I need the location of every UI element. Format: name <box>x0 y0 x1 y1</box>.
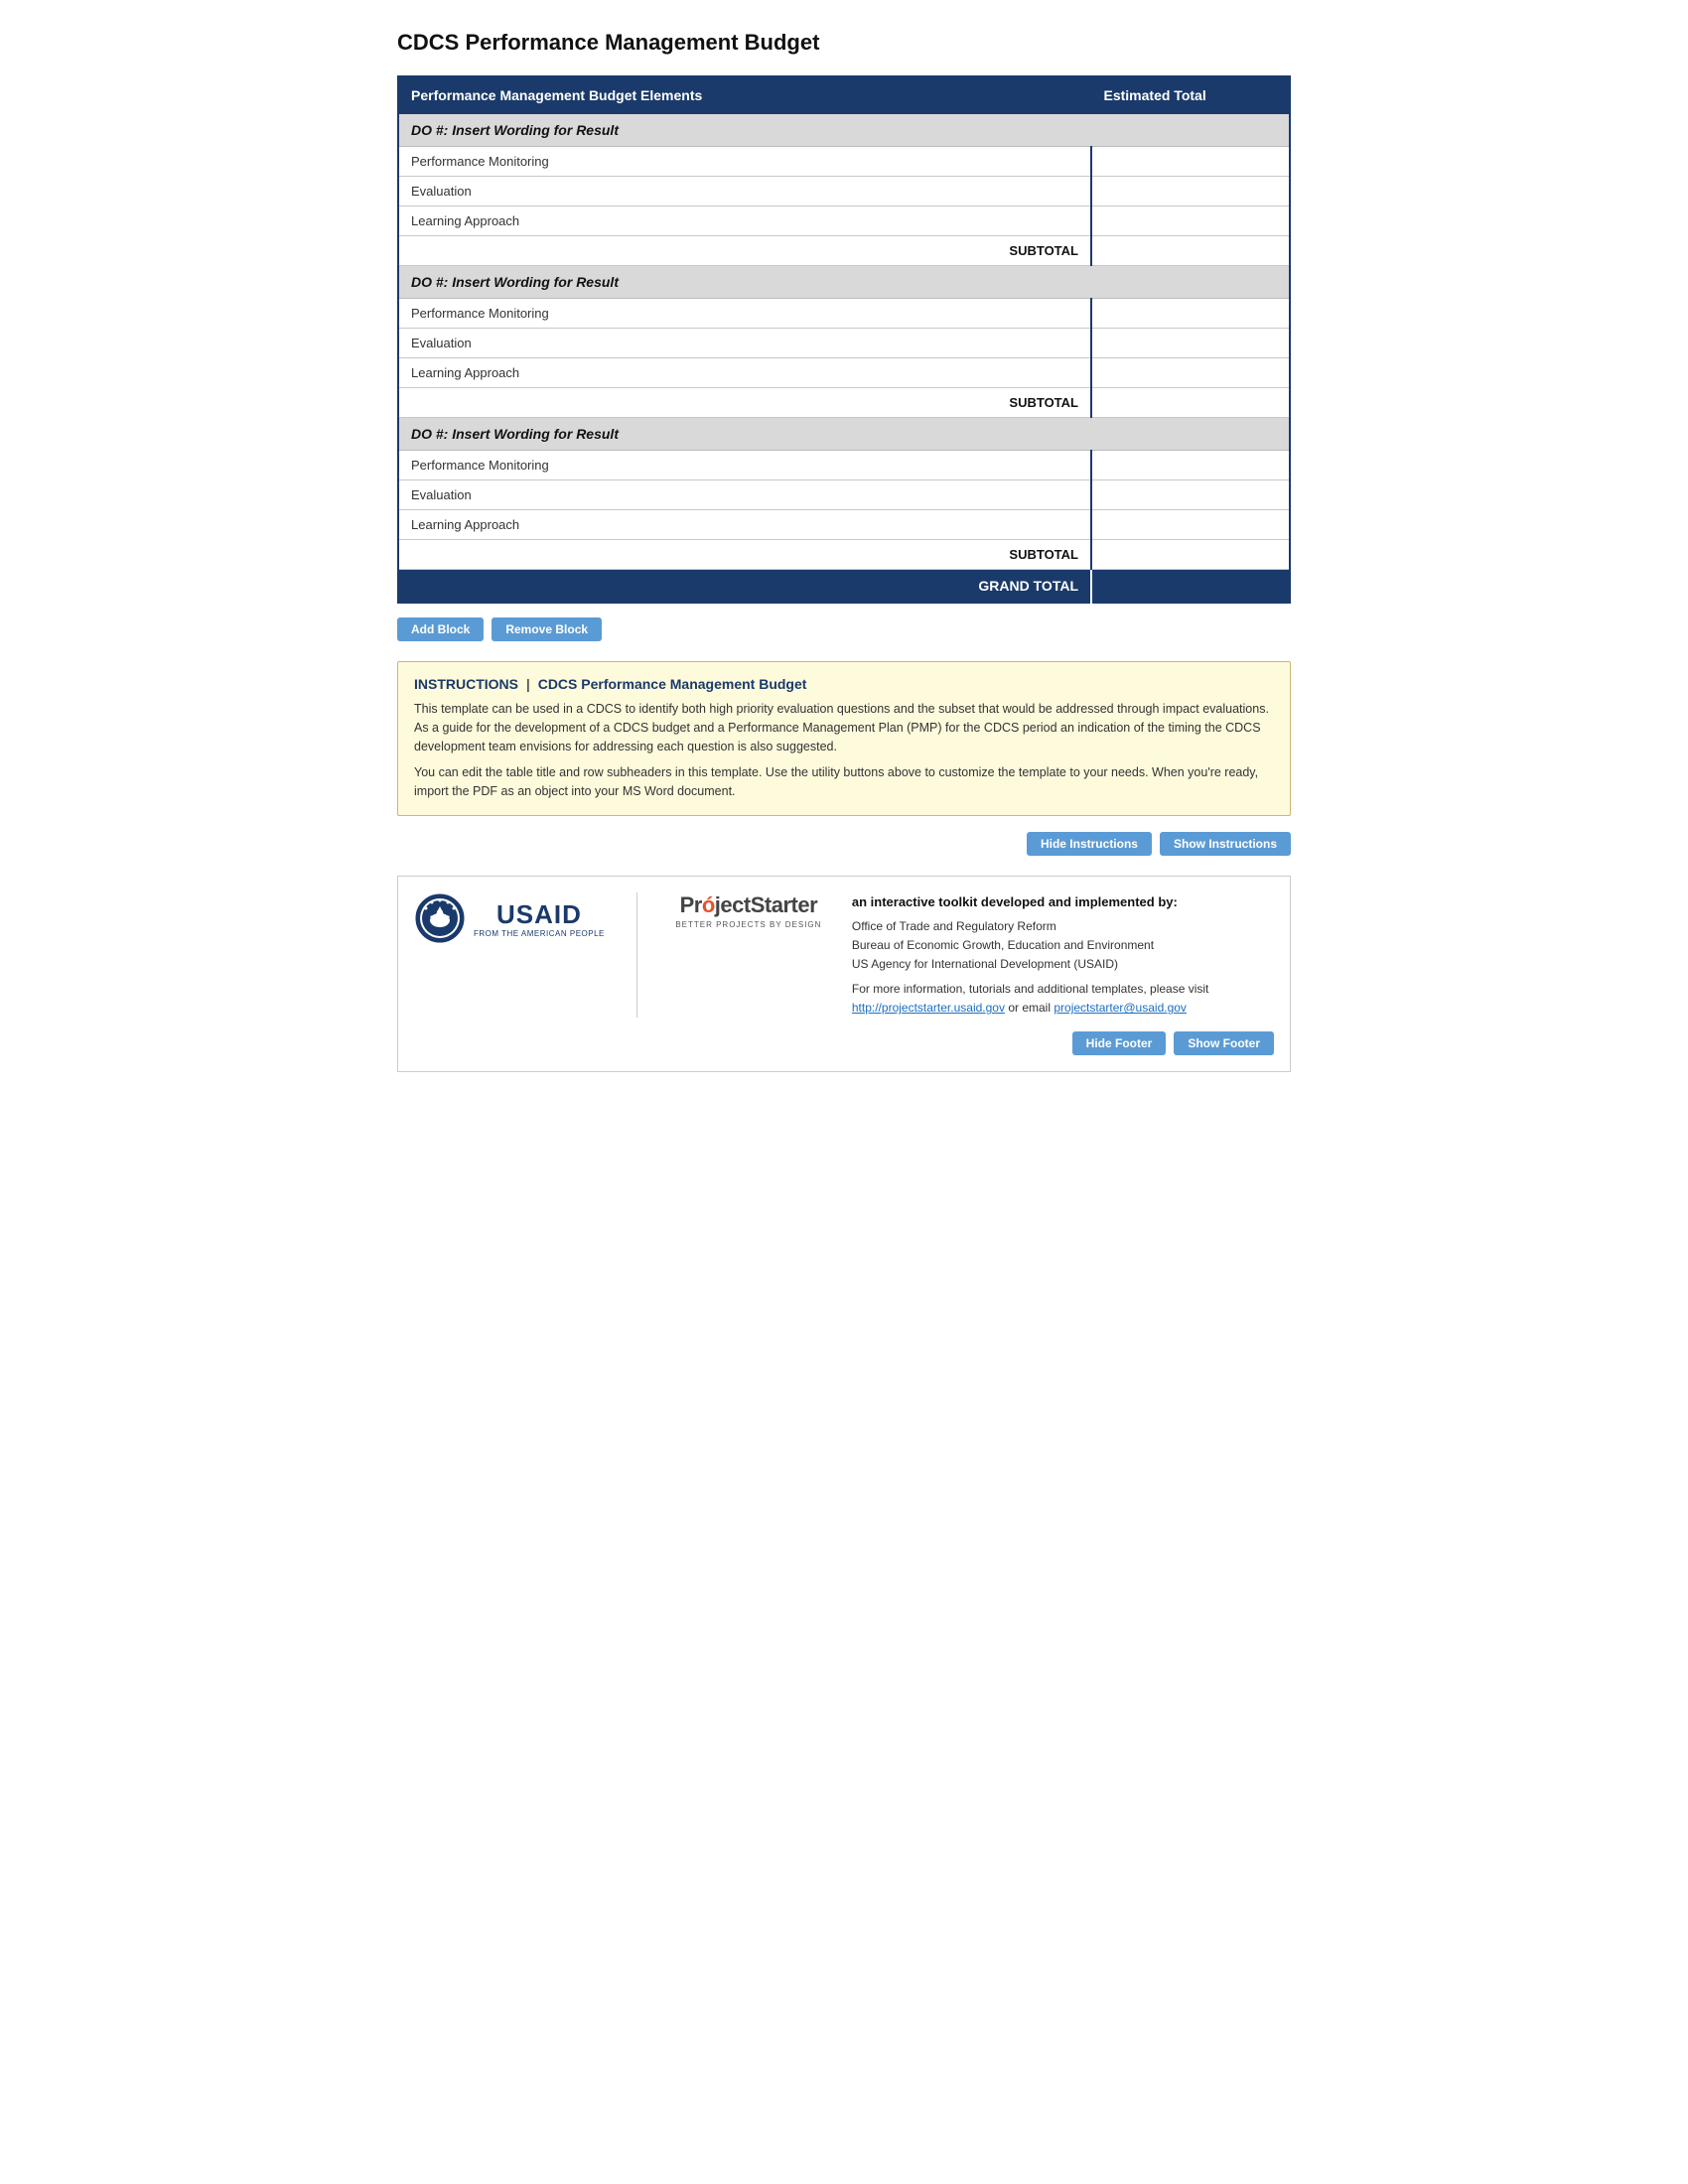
row-value-0-2 <box>1091 206 1290 236</box>
developed-by: an interactive toolkit developed and imp… <box>852 892 1274 913</box>
subtotal-row-0: SUBTOTAL <box>398 236 1290 266</box>
instructions-separator: | <box>526 676 530 692</box>
ps-name: PrójectStarter <box>680 892 818 918</box>
footer-top: USAID FROM THE AMERICAN PEOPLE PrójectSt… <box>414 892 1274 1019</box>
show-instructions-button[interactable]: Show Instructions <box>1160 832 1291 856</box>
add-block-button[interactable]: Add Block <box>397 617 484 641</box>
row-value-0-1 <box>1091 177 1290 206</box>
footer-org2: Bureau of Economic Growth, Education and… <box>852 936 1274 955</box>
subtotal-label-2: SUBTOTAL <box>398 540 1091 570</box>
subtotal-value-2 <box>1091 540 1290 570</box>
row-label-1-2: Learning Approach <box>398 358 1091 388</box>
hide-instructions-button[interactable]: Hide Instructions <box>1027 832 1152 856</box>
instructions-title: INSTRUCTIONS | CDCS Performance Manageme… <box>414 676 1274 692</box>
table-row: Learning Approach <box>398 358 1290 388</box>
subtotal-row-2: SUBTOTAL <box>398 540 1290 570</box>
footer-box: USAID FROM THE AMERICAN PEOPLE PrójectSt… <box>397 876 1291 1073</box>
row-value-2-1 <box>1091 480 1290 510</box>
table-header-row: Performance Management Budget Elements E… <box>398 76 1290 114</box>
table-row: Performance Monitoring <box>398 299 1290 329</box>
row-value-2-0 <box>1091 451 1290 480</box>
row-label-2-2: Learning Approach <box>398 510 1091 540</box>
block-header-label-2: DO #: Insert Wording for Result <box>398 418 1290 451</box>
row-label-0-1: Evaluation <box>398 177 1091 206</box>
footer-buttons-row: Hide Footer Show Footer <box>414 1031 1274 1055</box>
row-label-1-1: Evaluation <box>398 329 1091 358</box>
table-row: Evaluation <box>398 480 1290 510</box>
col-header-total: Estimated Total <box>1091 76 1290 114</box>
footer-more-info: For more information, tutorials and addi… <box>852 980 1274 1018</box>
usaid-brand-text: USAID <box>496 901 582 927</box>
subtotal-label-0: SUBTOTAL <box>398 236 1091 266</box>
subtotal-label-1: SUBTOTAL <box>398 388 1091 418</box>
row-value-0-0 <box>1091 147 1290 177</box>
footer-or-email-text: or email <box>1008 1001 1051 1015</box>
table-row: Performance Monitoring <box>398 147 1290 177</box>
instructions-buttons-row: Hide Instructions Show Instructions <box>397 832 1291 856</box>
usaid-from-text: FROM THE AMERICAN PEOPLE <box>474 929 605 938</box>
page-title: CDCS Performance Management Budget <box>397 30 1291 56</box>
grand-total-value <box>1091 570 1290 604</box>
footer-org1: Office of Trade and Regulatory Reform <box>852 917 1274 936</box>
ps-dot: ó <box>702 892 715 917</box>
budget-table: Performance Management Budget Elements E… <box>397 75 1291 604</box>
show-footer-button[interactable]: Show Footer <box>1174 1031 1274 1055</box>
row-label-0-0: Performance Monitoring <box>398 147 1091 177</box>
projectstarter-logo: PrójectStarter BETTER PROJECTS BY DESIGN <box>669 892 828 929</box>
subtotal-value-1 <box>1091 388 1290 418</box>
subtotal-value-0 <box>1091 236 1290 266</box>
table-body: DO #: Insert Wording for Result Performa… <box>398 114 1290 604</box>
grand-total-label: GRAND TOTAL <box>398 570 1091 604</box>
block-header-label-1: DO #: Insert Wording for Result <box>398 266 1290 299</box>
grand-total-row: GRAND TOTAL <box>398 570 1290 604</box>
row-value-1-1 <box>1091 329 1290 358</box>
footer-divider <box>636 892 637 1019</box>
usaid-text-block: USAID FROM THE AMERICAN PEOPLE <box>474 901 605 938</box>
table-row: Learning Approach <box>398 206 1290 236</box>
footer-org3: US Agency for International Development … <box>852 955 1274 974</box>
row-value-1-2 <box>1091 358 1290 388</box>
ps-name-pre: Pr <box>680 892 702 917</box>
instructions-box: INSTRUCTIONS | CDCS Performance Manageme… <box>397 661 1291 816</box>
instructions-paragraph-1: This template can be used in a CDCS to i… <box>414 700 1274 755</box>
footer-website-link[interactable]: http://projectstarter.usaid.gov <box>852 1001 1005 1015</box>
table-row: Evaluation <box>398 177 1290 206</box>
instructions-label: INSTRUCTIONS <box>414 676 518 692</box>
footer-email-link[interactable]: projectstarter@usaid.gov <box>1054 1001 1187 1015</box>
usaid-seal-icon <box>414 892 466 944</box>
table-row: Learning Approach <box>398 510 1290 540</box>
footer-more-info-text: For more information, tutorials and addi… <box>852 982 1209 996</box>
block-header-label-0: DO #: Insert Wording for Result <box>398 114 1290 147</box>
row-label-1-0: Performance Monitoring <box>398 299 1091 329</box>
row-value-1-0 <box>1091 299 1290 329</box>
table-row: Performance Monitoring <box>398 451 1290 480</box>
instructions-doc-title: CDCS Performance Management Budget <box>538 676 807 692</box>
instructions-paragraph-2: You can edit the table title and row sub… <box>414 763 1274 801</box>
usaid-logo-area: USAID FROM THE AMERICAN PEOPLE <box>414 892 605 948</box>
row-value-2-2 <box>1091 510 1290 540</box>
ps-name-post: jectStarter <box>715 892 817 917</box>
col-header-elements: Performance Management Budget Elements <box>398 76 1091 114</box>
footer-right: an interactive toolkit developed and imp… <box>852 892 1274 1019</box>
remove-block-button[interactable]: Remove Block <box>492 617 602 641</box>
hide-footer-button[interactable]: Hide Footer <box>1072 1031 1167 1055</box>
row-label-2-1: Evaluation <box>398 480 1091 510</box>
table-row: Evaluation <box>398 329 1290 358</box>
row-label-2-0: Performance Monitoring <box>398 451 1091 480</box>
block-header-row-0: DO #: Insert Wording for Result <box>398 114 1290 147</box>
ps-tagline: BETTER PROJECTS BY DESIGN <box>675 920 821 929</box>
block-header-row-2: DO #: Insert Wording for Result <box>398 418 1290 451</box>
block-header-row-1: DO #: Insert Wording for Result <box>398 266 1290 299</box>
subtotal-row-1: SUBTOTAL <box>398 388 1290 418</box>
row-label-0-2: Learning Approach <box>398 206 1091 236</box>
block-buttons-row: Add Block Remove Block <box>397 617 1291 641</box>
